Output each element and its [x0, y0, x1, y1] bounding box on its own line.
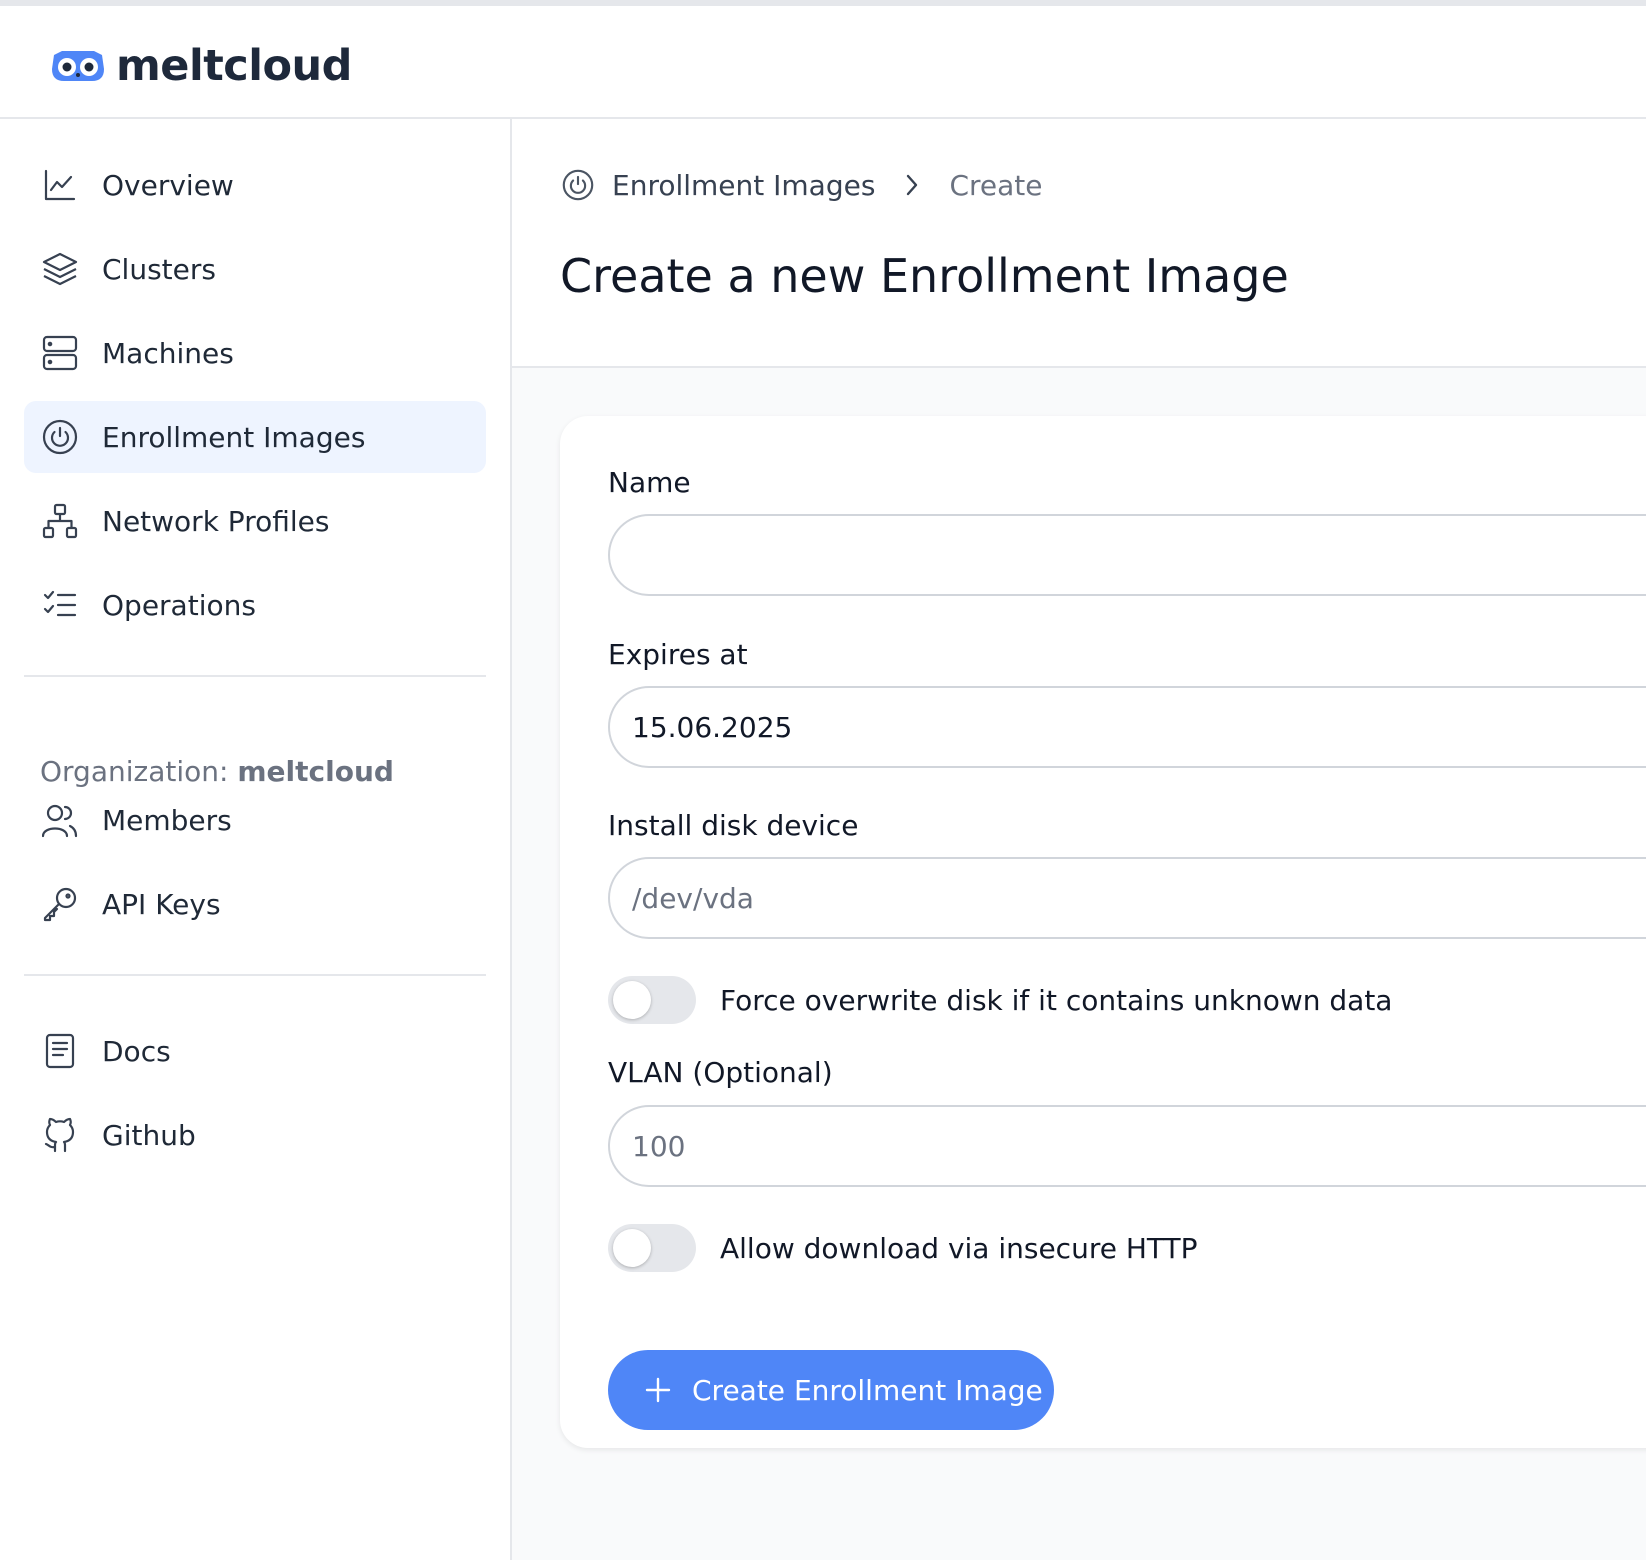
document-icon [40, 1031, 80, 1071]
sidebar-item-label: Github [102, 1118, 196, 1152]
power-icon [40, 417, 80, 457]
server-icon [40, 333, 80, 373]
force-overwrite-toggle[interactable] [608, 976, 696, 1024]
layers-icon [40, 249, 80, 289]
sidebar-item-label: Enrollment Images [102, 420, 366, 454]
sidebar-item-label: Members [102, 803, 232, 837]
users-icon [40, 800, 80, 840]
create-enrollment-image-button[interactable]: Create Enrollment Image [608, 1350, 1054, 1430]
sidebar-item-label: Docs [102, 1034, 171, 1068]
disk-label: Install disk device [608, 809, 859, 842]
sidebar-divider [24, 974, 486, 976]
expires-label: Expires at [608, 638, 748, 671]
force-overwrite-label: Force overwrite disk if it contains unkn… [720, 983, 1393, 1017]
main-content: Enrollment Images Create Create a new En… [512, 119, 1646, 1560]
checklist-icon [40, 585, 80, 625]
create-button-label: Create Enrollment Image [692, 1373, 1043, 1407]
sidebar-item-api-keys[interactable]: API Keys [24, 868, 486, 940]
insecure-http-toggle[interactable] [608, 1224, 696, 1272]
toggle-knob [613, 1229, 651, 1267]
sidebar-item-docs[interactable]: Docs [24, 1015, 486, 1087]
force-overwrite-row: Force overwrite disk if it contains unkn… [608, 976, 1392, 1024]
expires-date-input[interactable]: 15.06.2025 [608, 686, 1646, 768]
chevron-right-icon [895, 168, 929, 202]
github-icon [40, 1115, 80, 1155]
sidebar-item-label: Operations [102, 588, 256, 622]
breadcrumb: Enrollment Images Create [560, 161, 1042, 209]
sidebar-item-label: Overview [102, 168, 234, 202]
logo[interactable]: meltcloud [50, 39, 352, 93]
plus-icon [644, 1376, 672, 1404]
sidebar-item-label: API Keys [102, 887, 221, 921]
sidebar-item-network-profiles[interactable]: Network Profiles [24, 485, 486, 557]
chart-line-icon [40, 165, 80, 205]
vlan-label: VLAN (Optional) [608, 1056, 833, 1089]
sidebar-item-members[interactable]: Members [24, 784, 486, 856]
insecure-http-row: Allow download via insecure HTTP [608, 1224, 1198, 1272]
insecure-http-label: Allow download via insecure HTTP [720, 1231, 1198, 1265]
disk-device-input[interactable]: /dev/vda [608, 857, 1646, 939]
sidebar-item-overview[interactable]: Overview [24, 149, 486, 221]
power-icon [560, 167, 596, 203]
name-input[interactable] [608, 514, 1646, 596]
breadcrumb-current: Create [949, 168, 1043, 202]
breadcrumb-link-enrollment-images[interactable]: Enrollment Images [612, 169, 875, 202]
sidebar-item-label: Machines [102, 336, 234, 370]
sidebar-item-enrollment-images[interactable]: Enrollment Images [24, 401, 486, 473]
sidebar-item-operations[interactable]: Operations [24, 569, 486, 641]
page-header: Enrollment Images Create Create a new En… [512, 119, 1646, 368]
name-label: Name [608, 466, 691, 499]
vlan-input[interactable]: 100 [608, 1105, 1646, 1187]
form-card: Name Expires at 15.06.2025 Install disk … [560, 416, 1646, 1448]
sidebar-item-machines[interactable]: Machines [24, 317, 486, 389]
sidebar: Overview Clusters Machines Enrollment Im… [0, 119, 512, 1560]
sidebar-divider [24, 675, 486, 677]
app-header: meltcloud [0, 6, 1646, 119]
toggle-knob [613, 981, 651, 1019]
network-icon [40, 501, 80, 541]
page-title: Create a new Enrollment Image [560, 249, 1289, 303]
sidebar-item-label: Clusters [102, 252, 216, 286]
sidebar-item-github[interactable]: Github [24, 1099, 486, 1171]
sidebar-item-clusters[interactable]: Clusters [24, 233, 486, 305]
logo-text: meltcloud [116, 41, 352, 91]
sidebar-item-label: Network Profiles [102, 504, 330, 538]
key-icon [40, 884, 80, 924]
owl-logo-icon [52, 51, 104, 81]
